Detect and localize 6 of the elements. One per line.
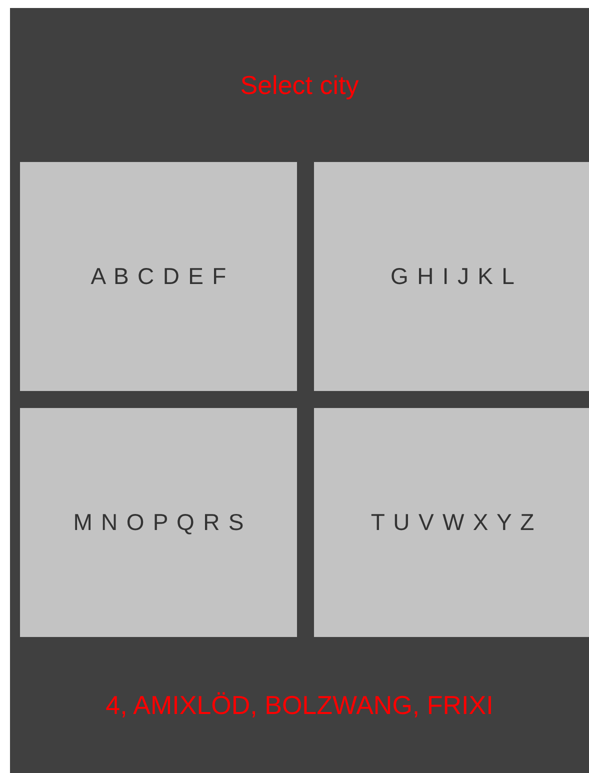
letter-group-button[interactable]: T U V W X Y Z: [314, 408, 589, 637]
selected-cities-text: 4, AMIXLÖD, BOLZWANG, FRIXI: [106, 688, 494, 722]
letter-group-button[interactable]: M N O P Q R S: [20, 408, 297, 637]
screen-title: Select city: [240, 68, 359, 102]
letter-group-button[interactable]: G H I J K L: [314, 162, 589, 391]
letter-group-button[interactable]: A B C D E F: [20, 162, 297, 391]
